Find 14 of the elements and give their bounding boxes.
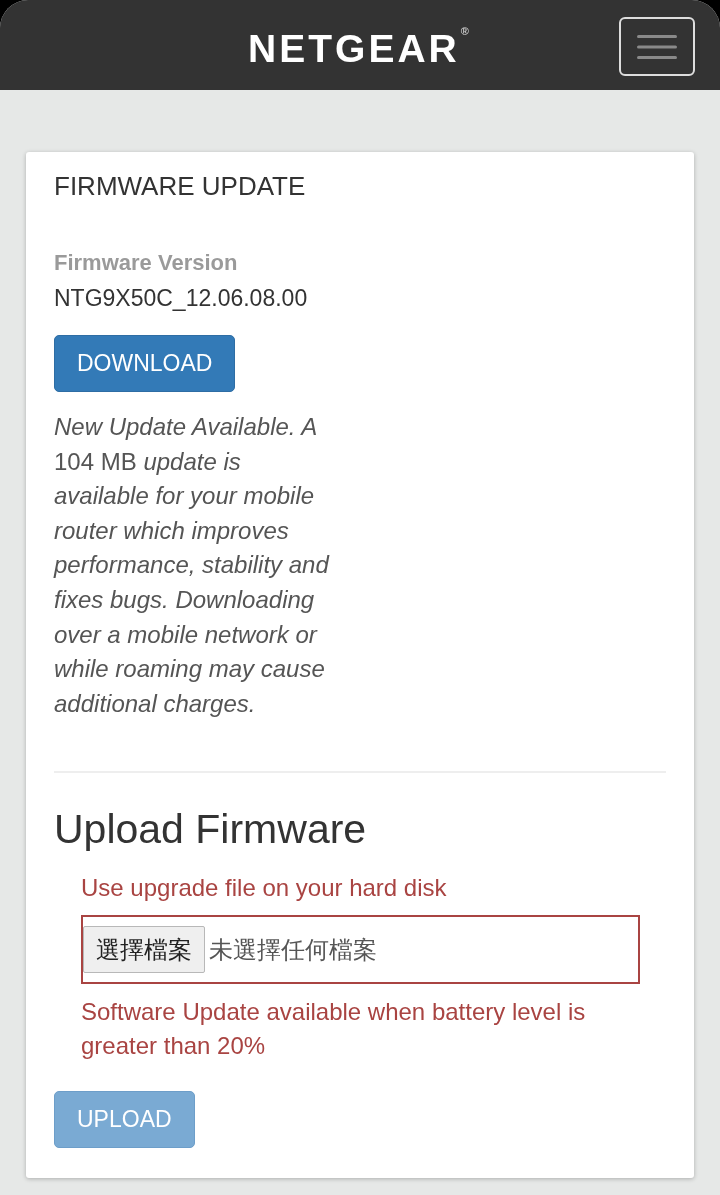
file-input[interactable]: 選擇檔案 未選擇任何檔案 xyxy=(81,915,640,985)
brand-logo: NETGEAR$^{®}$ xyxy=(248,28,472,68)
download-button[interactable]: DOWNLOAD xyxy=(54,335,236,392)
field-label: Firmware Version xyxy=(54,250,239,276)
update-notice: New Update Available. A 104 MB update is available for your mobile router which improves performance, stability and fixes bugs. Downloading over a mobile network or while roaming may cause additional charges. xyxy=(54,412,331,719)
choose-file-button[interactable]: 選擇檔案 xyxy=(83,926,205,974)
card-title: FIRMWARE UPDATE xyxy=(54,170,307,202)
section-heading: Upload Firmware xyxy=(54,806,368,853)
menu-icon xyxy=(637,34,677,59)
battery-warning: Software Update available when battery level is greater than 20% xyxy=(81,997,587,1062)
file-status: 未選擇任何檔案 xyxy=(209,934,377,965)
upload-hint: Use upgrade file on your hard disk xyxy=(81,874,448,903)
firmware-version: NTG9X50C_12.06.08.00 xyxy=(54,284,309,312)
menu-button[interactable] xyxy=(619,17,695,76)
